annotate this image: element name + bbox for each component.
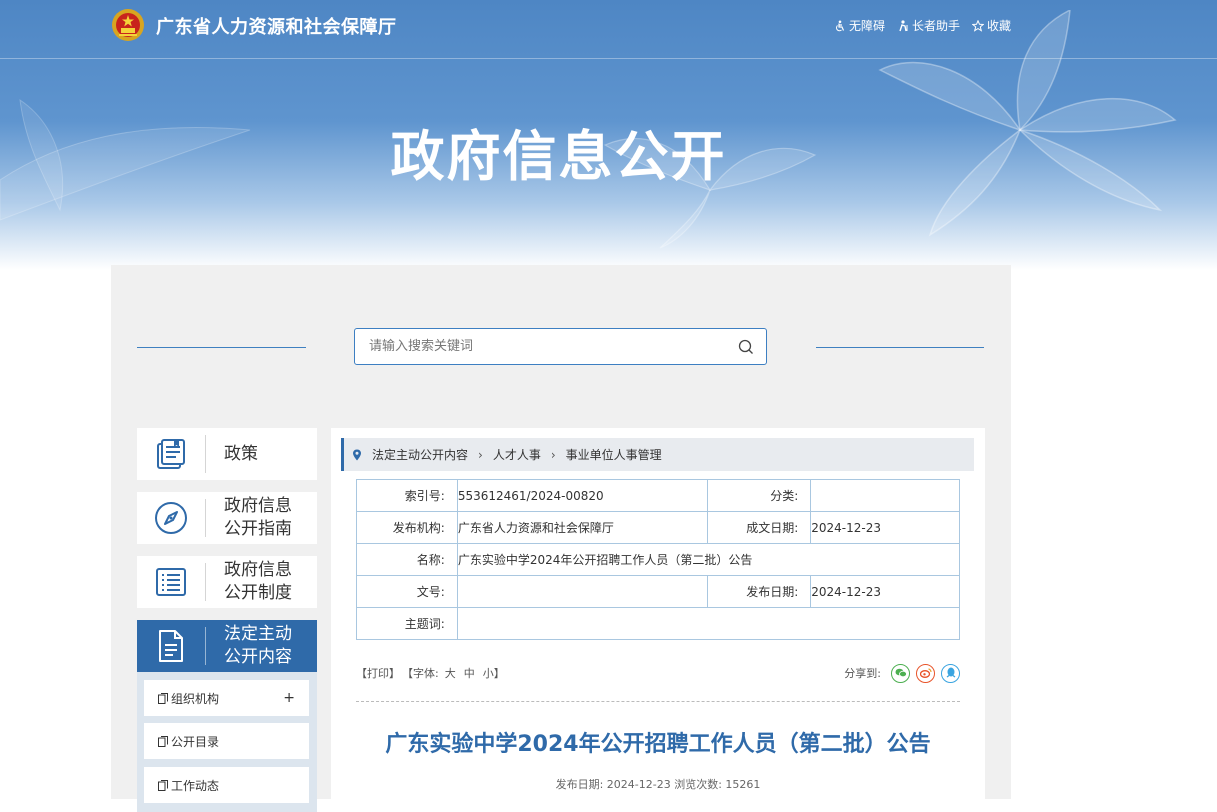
font-medium-button[interactable]: 中: [464, 665, 475, 681]
document-icon: [159, 630, 183, 662]
elder-helper-link[interactable]: 长者助手: [897, 17, 960, 34]
search-left-line: [137, 347, 306, 348]
search-input[interactable]: [367, 338, 738, 355]
sidebar-item-policy[interactable]: 政策: [137, 428, 317, 480]
table-row: 发布机构: 广东省人力资源和社会保障厅 成文日期: 2024-12-23: [356, 511, 960, 544]
font-small-button[interactable]: 小: [483, 665, 494, 681]
expand-icon[interactable]: +: [283, 690, 295, 706]
breadcrumb-item[interactable]: 法定主动公开内容: [372, 446, 468, 463]
sidebar-item-label: 公开制度: [224, 583, 292, 603]
meta-value: [456, 575, 709, 608]
submenu-item-label: 组织机构: [171, 691, 220, 706]
meta-value: 2024-12-23: [810, 511, 960, 544]
list-icon: [156, 568, 186, 596]
sidebar-item-label: 政府信息: [224, 560, 292, 580]
chevron-right-icon: ›: [550, 447, 556, 462]
sidebar-item-label: 政府信息: [224, 496, 292, 516]
meta-key: 分类:: [707, 479, 812, 512]
header-tools: 无障碍 长者助手 收藏: [834, 17, 1011, 34]
header-divider: [0, 58, 1217, 59]
favorite-label: 收藏: [986, 19, 1011, 33]
accessibility-link[interactable]: 无障碍: [834, 17, 885, 34]
meta-value: 广东省人力资源和社会保障厅: [456, 511, 709, 544]
meta-value: [810, 479, 960, 512]
file-icon: [158, 692, 168, 704]
search-right-line: [816, 347, 984, 348]
meta-key: 发布日期:: [707, 575, 812, 608]
sidebar-item-statutory-content[interactable]: 法定主动 公开内容: [137, 620, 317, 672]
elder-helper-label: 长者助手: [911, 19, 960, 33]
sidebar-item-label: 法定主动: [224, 624, 292, 644]
print-button[interactable]: 【打印】: [356, 665, 400, 681]
table-row: 文号: 发布日期: 2024-12-23: [356, 575, 960, 608]
search-icon[interactable]: [738, 339, 754, 355]
sidebar-submenu: 组织机构 + 公开目录 工作动态: [137, 672, 317, 812]
meta-key: 发布机构:: [356, 511, 458, 544]
meta-value: 2024-12-23: [810, 575, 960, 608]
compass-icon: [155, 502, 187, 534]
meta-key: 索引号:: [356, 479, 458, 512]
content-area: 法定主动公开内容 › 人才人事 › 事业单位人事管理 索引号: 55361246…: [331, 428, 985, 808]
location-pin-icon: [353, 449, 361, 460]
submenu-item-label: 工作动态: [171, 778, 220, 793]
submenu-item-news[interactable]: 工作动态: [144, 767, 309, 803]
meta-key: 名称:: [356, 543, 458, 576]
share-label: 分享到:: [844, 667, 881, 680]
meta-value: [456, 607, 961, 640]
site-title[interactable]: 广东省人力资源和社会保障厅: [156, 13, 397, 39]
search-box: [354, 328, 767, 365]
file-icon: [158, 735, 168, 747]
article-tools: 【打印】 【字体: 大 中 小 】 分享到:: [356, 663, 960, 683]
sidebar-item-disclosure-guide[interactable]: 政府信息 公开指南: [137, 492, 317, 544]
sidebar-item-disclosure-system[interactable]: 政府信息 公开制度: [137, 556, 317, 608]
meta-value: 广东实验中学2024年公开招聘工作人员（第二批）公告: [456, 543, 961, 576]
sidebar-item-label: 政策: [224, 443, 258, 464]
submenu-item-organization[interactable]: 组织机构 +: [144, 680, 309, 716]
meta-value: 553612461/2024-00820: [456, 479, 709, 512]
star-icon: [971, 19, 984, 32]
submenu-item-catalog[interactable]: 公开目录: [144, 723, 309, 759]
sidebar-item-label: 公开指南: [224, 519, 292, 539]
breadcrumb: 法定主动公开内容 › 人才人事 › 事业单位人事管理: [341, 438, 974, 471]
policy-book-icon: [157, 439, 185, 469]
sidebar-item-label: 公开内容: [224, 647, 292, 667]
hero-title: 政府信息公开: [390, 125, 727, 188]
favorite-link[interactable]: 收藏: [971, 17, 1011, 34]
font-size-suffix: 】: [493, 667, 505, 680]
header-banner: 广东省人力资源和社会保障厅 无障碍 长者助手 收藏 政府信息公开: [0, 0, 1217, 270]
wechat-icon[interactable]: [891, 663, 910, 683]
weibo-icon[interactable]: [916, 663, 935, 683]
accessibility-label: 无障碍: [848, 19, 885, 33]
meta-key: 主题词:: [356, 607, 458, 640]
table-row: 索引号: 553612461/2024-00820 分类:: [356, 479, 960, 512]
article-title: 广东实验中学2024年公开招聘工作人员（第二批）公告: [385, 732, 931, 757]
qq-icon[interactable]: [941, 663, 960, 683]
chevron-right-icon: ›: [478, 447, 483, 462]
file-icon: [158, 779, 168, 791]
document-meta-table: 索引号: 553612461/2024-00820 分类: 发布机构: 广东省人…: [356, 479, 961, 640]
font-large-button[interactable]: 大: [445, 665, 456, 681]
meta-key: 成文日期:: [707, 511, 812, 544]
breadcrumb-item[interactable]: 人才人事: [493, 446, 541, 463]
elder-helper-icon: [899, 19, 908, 31]
breadcrumb-item[interactable]: 事业单位人事管理: [566, 446, 662, 463]
table-row: 名称: 广东实验中学2024年公开招聘工作人员（第二批）公告: [356, 543, 961, 576]
table-row: 主题词:: [356, 607, 961, 640]
share-group: 分享到:: [844, 663, 960, 683]
article-meta: 发布日期: 2024-12-23 浏览次数: 15261: [555, 778, 761, 791]
accessibility-icon: [835, 20, 845, 31]
divider: [356, 701, 960, 702]
font-size-prefix: 【字体:: [402, 667, 439, 680]
submenu-item-label: 公开目录: [171, 734, 220, 749]
main-panel: 政策 政府信息 公开指南 政府信息 公开制度: [111, 265, 1011, 812]
meta-key: 文号:: [356, 575, 458, 608]
national-emblem-icon: [112, 9, 144, 41]
